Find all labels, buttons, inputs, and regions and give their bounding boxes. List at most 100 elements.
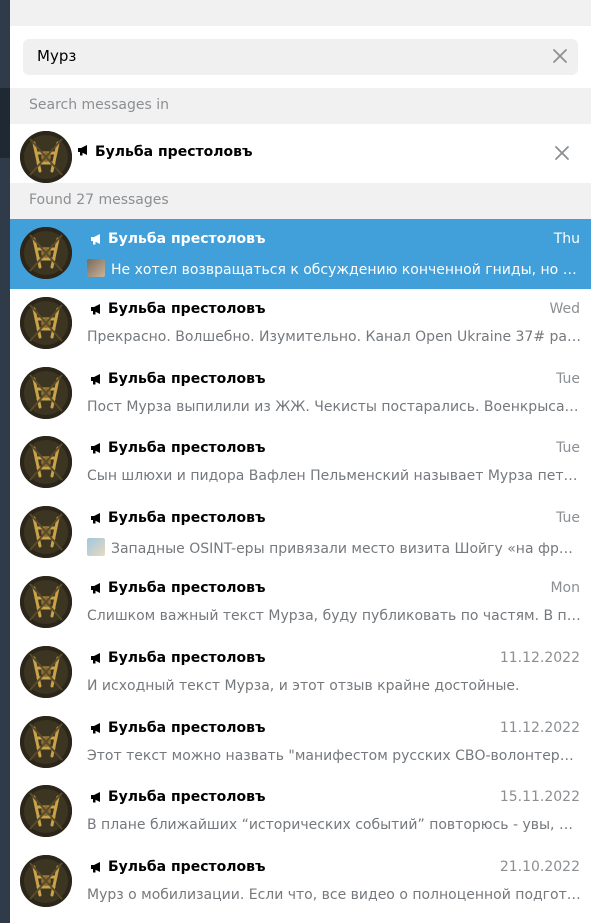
search-panel: Мурз Search messages in Бульба престолов… — [10, 26, 591, 923]
channel-avatar — [20, 436, 72, 489]
chat-filter[interactable]: Бульба престоловъ — [10, 124, 591, 183]
search-scope-label: Search messages in — [29, 97, 169, 113]
megaphone-icon — [90, 233, 104, 245]
channel-avatar — [20, 575, 72, 628]
result-preview-text: В плане ближайших “исторических событий”… — [87, 817, 581, 834]
result-chat-label: Бульба престоловъ — [108, 789, 266, 806]
megaphone-icon — [90, 303, 104, 315]
result-preview: Сын шлюхи и пидора Вафлен Пельменский на… — [87, 468, 581, 484]
channel-avatar — [20, 296, 72, 349]
search-input[interactable]: Мурз — [23, 39, 578, 75]
channel-avatar — [20, 366, 72, 419]
result-preview-text: Этот текст можно назвать "манифестом рус… — [87, 747, 581, 764]
result-date: Wed — [549, 300, 580, 317]
result-chat-name: Бульба престоловъ — [90, 650, 265, 666]
left-sidebar-edge — [0, 0, 10, 923]
megaphone-icon — [90, 442, 104, 454]
result-preview-text: Западные OSINT-еры привязали место визит… — [111, 541, 581, 558]
channel-avatar — [20, 785, 72, 838]
result-preview-text: Слишком важный текст Мурза, буду публико… — [87, 607, 581, 624]
megaphone-icon — [90, 652, 104, 664]
megaphone-icon — [90, 512, 104, 524]
result-date: Tue — [556, 440, 580, 457]
channel-avatar — [20, 715, 72, 768]
result-preview: Пост Мурза выпилили из ЖЖ. Чекисты поста… — [87, 399, 581, 415]
result-chat-label: Бульба престоловъ — [108, 510, 266, 527]
result-chat-name: Бульба престоловъ — [90, 720, 265, 736]
result-date: Tue — [556, 510, 580, 527]
chat-filter-name: Бульба престоловъ — [77, 144, 252, 160]
result-chat-label: Бульба престоловъ — [108, 579, 266, 596]
results-count: Found 27 messages — [29, 192, 169, 208]
result-preview: Прекрасно. Волшебно. Изумительно. Канал … — [87, 329, 581, 345]
result-chat-name: Бульба престоловъ — [90, 580, 265, 596]
media-thumbnail — [87, 538, 105, 557]
result-chat-label: Бульба престоловъ — [108, 859, 266, 876]
result-date: Tue — [556, 370, 580, 387]
result-date: Thu — [553, 231, 580, 247]
result-preview-text: Не хотел возвращаться к обсуждению конче… — [111, 262, 581, 278]
search-result-row[interactable]: Бульба престоловъ Thu Не хотел возвращатьс… — [10, 219, 591, 289]
results-header: Found 27 messages — [10, 183, 591, 219]
result-chat-name: Бульба престоловъ — [90, 510, 265, 526]
channel-avatar — [20, 227, 72, 279]
result-chat-name: Бульба престоловъ — [90, 859, 265, 875]
result-preview-text: Мурз о мобилизации. Если что, все видео … — [87, 887, 581, 904]
search-result-row[interactable]: Бульба престоловъ Tue Пост Мурза выпилили … — [10, 358, 591, 429]
result-chat-label: Бульба престоловъ — [108, 231, 266, 247]
search-result-row[interactable]: Бульба престоловъ Tue Сын шлюхи и пидора В… — [10, 428, 591, 499]
result-chat-name: Бульба престоловъ — [90, 301, 265, 317]
search-result-row[interactable]: Бульба престоловъ 15.11.2022 В плане ближа… — [10, 777, 591, 848]
result-chat-name: Бульба престоловъ — [90, 231, 265, 247]
result-preview: Мурз о мобилизации. Если что, все видео … — [87, 887, 581, 903]
result-chat-name: Бульба престоловъ — [90, 789, 265, 805]
close-icon[interactable] — [550, 46, 570, 66]
megaphone-icon — [90, 791, 104, 803]
search-result-row[interactable]: Бульба престоловъ 21.10.2022 Мурз о мобили… — [10, 847, 591, 917]
result-preview: Слишком важный текст Мурза, буду публико… — [87, 608, 581, 624]
result-date: 11.12.2022 — [499, 649, 580, 666]
search-result-row[interactable]: Бульба престоловъ Tue Западные OSINT-еры п… — [10, 498, 591, 568]
result-preview-text: Сын шлюхи и пидора Вафлен Пельменский на… — [87, 468, 581, 485]
result-preview: В плане ближайших “исторических событий”… — [87, 817, 581, 833]
result-chat-label: Бульба престоловъ — [108, 300, 266, 317]
search-query[interactable]: Мурз — [37, 47, 76, 65]
search-result-row[interactable]: Бульба престоловъ 11.12.2022 Этот текст мо… — [10, 707, 591, 778]
result-date: 15.11.2022 — [499, 789, 580, 806]
result-preview: Этот текст можно назвать "манифестом рус… — [87, 748, 581, 764]
megaphone-icon — [90, 373, 104, 385]
result-chat-label: Бульба престоловъ — [108, 440, 266, 457]
search-result-row[interactable]: Бульба престоловъ 11.12.2022 И исходный те… — [10, 637, 591, 708]
result-preview-text: Пост Мурза выпилили из ЖЖ. Чекисты поста… — [87, 398, 581, 415]
megaphone-icon — [90, 722, 104, 734]
megaphone-icon — [90, 861, 104, 873]
megaphone-icon — [77, 144, 91, 156]
megaphone-icon — [90, 582, 104, 594]
result-preview: Не хотел возвращаться к обсуждению конче… — [87, 259, 581, 278]
result-preview: И исходный текст Мурза, и этот отзыв кра… — [87, 678, 581, 694]
close-icon[interactable] — [553, 144, 571, 162]
result-preview: Западные OSINT-еры привязали место визит… — [87, 538, 581, 557]
channel-avatar — [20, 506, 72, 559]
result-date: Mon — [550, 579, 580, 596]
result-chat-label: Бульба престоловъ — [108, 719, 266, 736]
chat-filter-label: Бульба престоловъ — [95, 144, 253, 160]
result-date: 11.12.2022 — [499, 719, 580, 736]
results-list: Бульба престоловъ Thu Не хотел возвращатьс… — [10, 219, 591, 917]
search-result-row[interactable]: Бульба престоловъ Mon Слишком важный текст… — [10, 567, 591, 638]
result-chat-label: Бульба престоловъ — [108, 649, 266, 666]
media-thumbnail — [87, 259, 105, 277]
sidebar-block — [0, 88, 10, 158]
result-preview-text: Прекрасно. Волшебно. Изумительно. Канал … — [87, 328, 581, 345]
result-preview-text: И исходный текст Мурза, и этот отзыв кра… — [87, 677, 520, 694]
result-chat-label: Бульба престоловъ — [108, 370, 266, 387]
search-scope-header: Search messages in — [10, 88, 591, 124]
result-chat-name: Бульба престоловъ — [90, 440, 265, 456]
search-result-row[interactable]: Бульба престоловъ Wed Прекрасно. Волшебно.… — [10, 288, 591, 359]
channel-avatar — [20, 645, 72, 698]
result-chat-name: Бульба престоловъ — [90, 371, 265, 387]
result-date: 21.10.2022 — [499, 859, 580, 876]
top-bar — [10, 0, 591, 26]
channel-avatar — [20, 855, 72, 908]
channel-avatar — [20, 131, 72, 183]
